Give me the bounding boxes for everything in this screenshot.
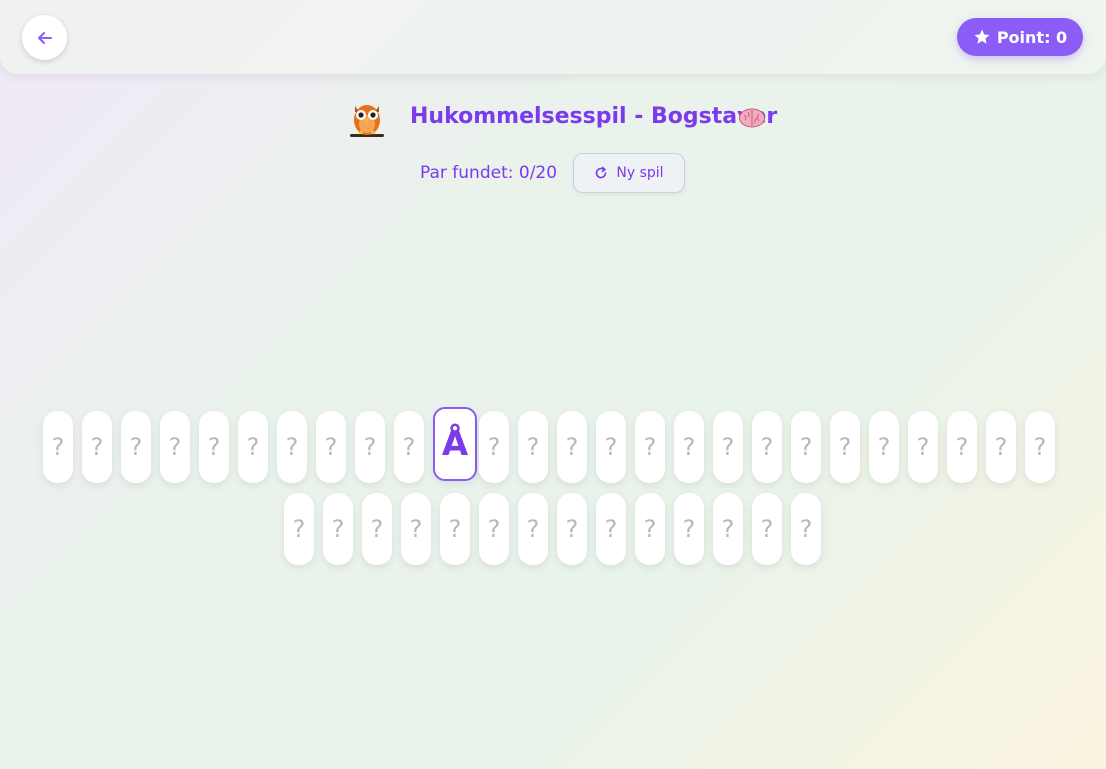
memory-card[interactable]: ? — [160, 411, 190, 483]
memory-card[interactable]: ? — [791, 493, 821, 565]
memory-card[interactable]: ? — [596, 411, 626, 483]
new-game-label: Ny spil — [616, 165, 664, 181]
memory-card[interactable]: ? — [752, 493, 782, 565]
memory-card[interactable]: ? — [238, 411, 268, 483]
memory-card[interactable]: ? — [284, 493, 314, 565]
memory-card[interactable]: ? — [479, 493, 509, 565]
memory-card[interactable]: ? — [557, 411, 587, 483]
memory-card[interactable]: ? — [674, 493, 704, 565]
memory-card-flipped[interactable]: Å — [433, 407, 477, 481]
new-game-button[interactable]: Ny spil — [573, 153, 685, 193]
memory-card[interactable]: ? — [986, 411, 1016, 483]
memory-card[interactable]: ? — [713, 411, 743, 483]
top-bar: Point: 0 — [0, 0, 1106, 74]
brain-icon — [739, 108, 765, 128]
memory-card[interactable]: ? — [713, 493, 743, 565]
memory-card[interactable]: ? — [518, 493, 548, 565]
memory-card[interactable]: ? — [947, 411, 977, 483]
memory-card[interactable]: ? — [401, 493, 431, 565]
memory-card[interactable]: ? — [121, 411, 151, 483]
memory-card[interactable]: ? — [752, 411, 782, 483]
back-button[interactable] — [22, 15, 67, 60]
memory-card[interactable]: ? — [635, 493, 665, 565]
pairs-found-counter: Par fundet: 0/20 — [420, 163, 558, 183]
memory-card[interactable]: ? — [323, 493, 353, 565]
star-icon — [974, 29, 990, 44]
memory-card[interactable]: ? — [277, 411, 307, 483]
memory-card[interactable]: ? — [830, 411, 860, 483]
memory-card[interactable]: ? — [1025, 411, 1055, 483]
arrow-left-icon — [37, 31, 52, 44]
memory-card[interactable]: ? — [82, 411, 112, 483]
owl-icon — [350, 105, 384, 137]
memory-card[interactable]: ? — [479, 411, 509, 483]
memory-card[interactable]: ? — [440, 493, 470, 565]
memory-card[interactable]: ? — [869, 411, 899, 483]
page-title: Hukommelsesspil - Bogstaver — [410, 104, 778, 129]
memory-card[interactable]: ? — [362, 493, 392, 565]
memory-card[interactable]: ? — [557, 493, 587, 565]
memory-card[interactable]: ? — [518, 411, 548, 483]
memory-card[interactable]: ? — [316, 411, 346, 483]
refresh-icon — [596, 166, 607, 179]
game-title-row: Hukommelsesspil - Bogstaver — [0, 96, 1106, 142]
memory-card[interactable]: ? — [635, 411, 665, 483]
memory-card[interactable]: ? — [908, 411, 938, 483]
points-badge[interactable]: Point: 0 — [957, 18, 1083, 56]
memory-card[interactable]: ? — [674, 411, 704, 483]
memory-card[interactable]: ? — [596, 493, 626, 565]
memory-card[interactable]: ? — [199, 411, 229, 483]
memory-card[interactable]: ? — [355, 411, 385, 483]
points-label: Point: 0 — [996, 27, 1068, 47]
memory-card[interactable]: ? — [791, 411, 821, 483]
memory-card[interactable]: ? — [394, 411, 424, 483]
memory-card[interactable]: ? — [43, 411, 73, 483]
